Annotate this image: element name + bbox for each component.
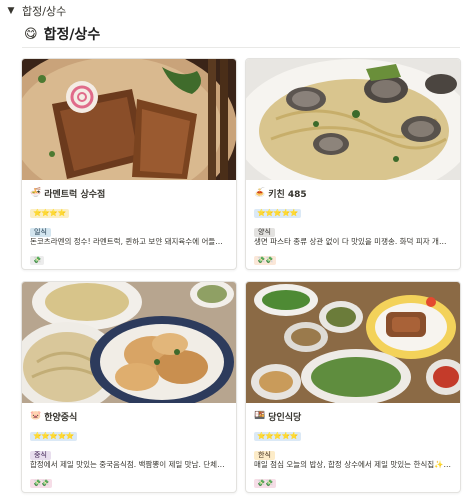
rating-badge: ⭐⭐⭐⭐⭐	[254, 209, 302, 218]
rating-badge: ⭐⭐⭐⭐⭐	[254, 432, 302, 441]
restaurant-description: 매일 점심 오늘의 밥상, 합정 상수에서 제일 맛있는 한식집✨공...	[254, 460, 452, 469]
page-toggle[interactable]: ▼ 합정/상수	[6, 3, 67, 19]
chinese-food-photo	[22, 282, 236, 403]
ramen-photo	[22, 59, 236, 180]
rating-badge: ⭐⭐⭐⭐⭐	[30, 432, 78, 441]
pasta-icon: 🍝	[254, 188, 266, 198]
korean-food-photo	[246, 282, 460, 403]
page-header: 😋 합정/상수	[24, 24, 100, 44]
restaurant-card[interactable]: 🍜 라멘트럭 상수점 ⭐⭐⭐⭐ 일식 돈코츠라멘의 정수! 라멘트럭, 퀸하고 …	[21, 58, 237, 270]
rating-badge: ⭐⭐⭐⭐	[30, 209, 69, 218]
restaurant-name: 🐷 한양중식	[30, 411, 78, 423]
restaurant-card[interactable]: 🍝 키친 485 ⭐⭐⭐⭐⭐ 양식 생면 파스타 종류 상관 없이 다 맛있을 …	[245, 58, 461, 270]
title-divider	[22, 47, 460, 48]
bento-icon: 🍱	[254, 411, 266, 421]
page-emoji-icon: 😋	[24, 26, 38, 42]
restaurant-card[interactable]: 🐷 한양중식 ⭐⭐⭐⭐⭐ 중식 합정에서 제일 맛있는 중국음식점. 백짬뽕이 …	[21, 281, 237, 493]
page-title: 합정/상수	[43, 27, 101, 43]
price-badge: 💸	[30, 256, 45, 265]
restaurant-name: 🍱 당인식당	[254, 411, 302, 423]
restaurant-description: 돈코츠라멘의 정수! 라멘트럭, 퀸하고 보얀 돼지육수에 어들어들...	[30, 237, 228, 246]
pasta-photo	[246, 59, 460, 180]
price-badge: 💸💸	[254, 256, 277, 265]
pig-icon: 🐷	[30, 411, 42, 421]
ramen-icon: 🍜	[30, 188, 42, 198]
restaurant-description: 생면 파스타 종류 상관 없이 다 맛있을 미쟁송. 화덕 피자 개존맛	[254, 237, 452, 246]
toggle-label: 합정/상수	[22, 5, 67, 18]
caret-down-icon[interactable]: ▼	[6, 6, 16, 16]
restaurant-name: 🍜 라멘트럭 상수점	[30, 188, 106, 200]
restaurant-description: 합정에서 제일 맛있는 중국음식점. 백짬뽕이 제일 맛남. 단체예약...	[30, 460, 228, 469]
price-badge: 💸💸	[30, 479, 53, 488]
restaurant-card[interactable]: 🍱 당인식당 ⭐⭐⭐⭐⭐ 한식 매일 점심 오늘의 밥상, 합정 상수에서 제일…	[245, 281, 461, 493]
price-badge: 💸💸	[254, 479, 277, 488]
restaurant-name: 🍝 키친 485	[254, 188, 307, 200]
